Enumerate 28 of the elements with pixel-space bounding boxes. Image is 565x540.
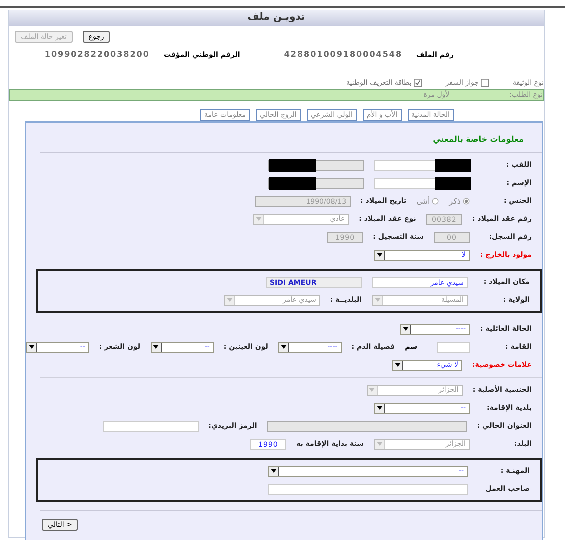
dropdown-arrow-icon — [225, 296, 236, 304]
section-title: معلومات خاصة بالمعني — [40, 123, 542, 153]
dropdown-arrow-icon — [375, 404, 385, 412]
id-value: 428801009180004548 — [284, 50, 403, 59]
dropdown-arrow-icon — [373, 296, 383, 304]
input-field[interactable] — [374, 160, 470, 170]
input-field[interactable] — [437, 342, 470, 352]
input-field[interactable] — [102, 420, 199, 432]
dropdown-arrow-icon — [27, 342, 37, 352]
dropdown-arrow-icon — [254, 214, 264, 224]
radio-button[interactable] — [432, 198, 440, 204]
dropdown-arrow-icon — [152, 342, 162, 352]
dropdown-arrow-icon — [269, 466, 279, 476]
input-field[interactable] — [268, 484, 468, 494]
id-value: 1099028220038200 — [44, 50, 150, 59]
dropdown-arrow-icon — [368, 386, 378, 394]
dropdown-arrow-icon — [401, 324, 411, 334]
radio-label: ذكر — [449, 196, 461, 206]
radio-button[interactable] — [463, 198, 470, 204]
checkbox[interactable] — [480, 79, 489, 87]
checkbox[interactable] — [414, 79, 422, 87]
radio-label: أنثى — [416, 196, 430, 206]
dropdown-arrow-icon — [375, 250, 385, 260]
dropdown-arrow-icon — [393, 360, 404, 370]
input-field[interactable] — [374, 178, 470, 188]
dropdown-arrow-icon — [375, 440, 385, 448]
window-title: تدويـن ملف — [9, 10, 544, 26]
dropdown-arrow-icon — [279, 342, 290, 352]
